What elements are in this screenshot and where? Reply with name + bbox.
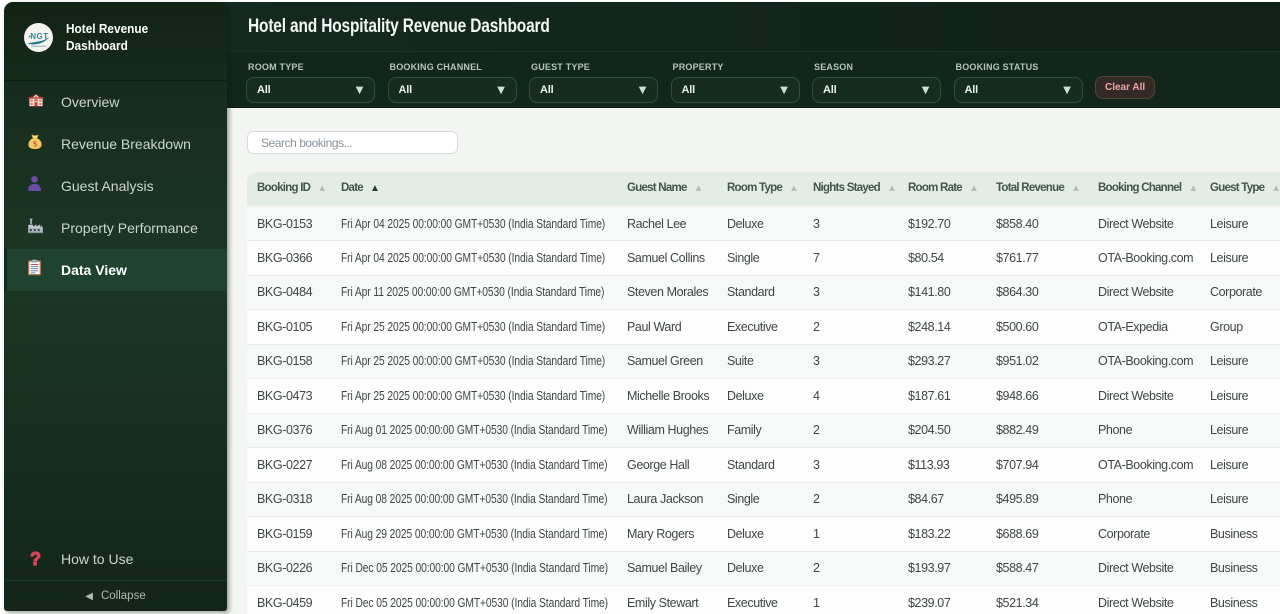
svg-text:$: $ xyxy=(33,139,38,149)
